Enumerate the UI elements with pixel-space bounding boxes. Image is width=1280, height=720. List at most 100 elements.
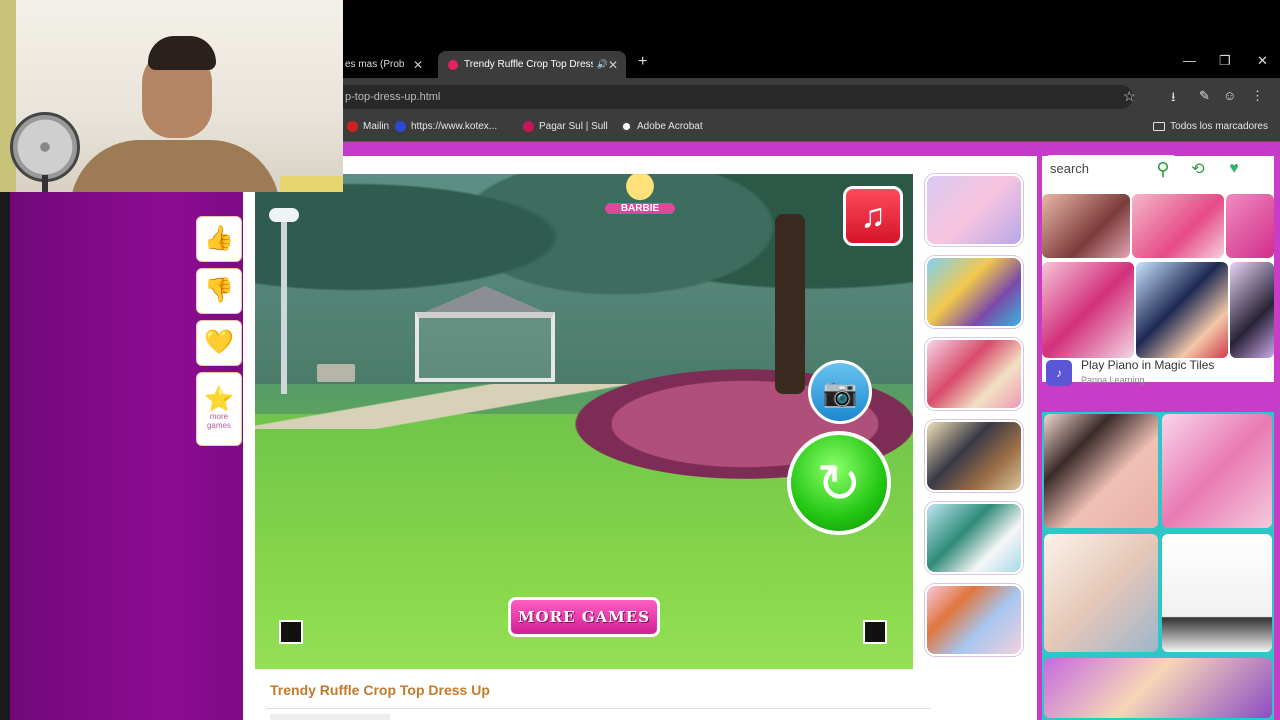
mail-icon [347,121,358,132]
ad-title[interactable]: Play Piano in Magic Tiles [1081,358,1214,372]
bookmark-acrobat[interactable]: Adobe Acrobat [621,121,703,132]
game-canvas[interactable]: BARBIE ♫ 📷 ↻ MORE GAMES [255,174,913,669]
search-icon[interactable]: ⚲ [1150,156,1176,182]
more-games-side-button[interactable]: ⭐ more games [196,372,242,446]
close-window-icon[interactable]: ✕ [1257,53,1268,69]
game-thumbnail[interactable] [925,338,1023,410]
screenshot-button[interactable]: 📷 [808,360,872,424]
ad-image[interactable] [1044,658,1272,718]
restore-icon[interactable]: ❐ [1219,53,1231,69]
close-tab-icon[interactable]: ✕ [608,58,618,72]
dislike-button[interactable]: 👎 [196,268,242,314]
bookmark-mail[interactable]: Mailin [347,121,389,132]
download-icon[interactable]: ⭳ [1171,88,1176,110]
fan-image [10,112,80,182]
tab-inactive[interactable]: es mas (Prob ✕ [343,51,431,78]
more-games-button[interactable]: MORE GAMES [508,597,660,637]
ad-image[interactable] [1042,194,1130,258]
tab-active[interactable]: Trendy Ruffle Crop Top Dress 🔊 ✕ [438,51,626,78]
game-thumbnail[interactable] [925,420,1023,492]
fan-stand [42,175,48,192]
page-title: Trendy Ruffle Crop Top Dress Up [270,682,490,698]
payment-icon [523,121,534,132]
heart-icon: 💛 [204,329,234,356]
page-left-edge [0,192,10,720]
acrobat-icon [621,121,632,132]
ad-image[interactable] [1136,262,1228,358]
game-thumbnail[interactable] [925,174,1023,246]
thumbs-up-icon: 👍 [204,225,234,252]
game-thumbnail[interactable] [925,502,1023,574]
ad-top-block[interactable] [1042,156,1274,382]
folder-label: Todos los marcadores [1170,121,1268,132]
desk [280,176,343,192]
tab-bar: es mas (Prob ✕ Trendy Ruffle Crop Top Dr… [343,45,1280,78]
ad-image[interactable] [1162,414,1272,528]
ad-image[interactable] [1042,262,1134,358]
tree-trunk [775,214,805,394]
replay-button[interactable]: ↻ [787,431,891,535]
link-icon [395,121,406,132]
music-toggle-button[interactable]: ♫ [843,186,903,246]
music-note-icon: ♫ [860,196,886,235]
ad-image[interactable] [1230,262,1274,358]
history-icon[interactable]: ⟲ [1184,156,1212,182]
corner-tile-right [863,620,887,644]
ad-bottom-block[interactable] [1042,412,1274,720]
bookmark-star-icon[interactable]: ☆ [1123,88,1136,105]
replay-icon: ↻ [816,453,862,514]
speaker-icon[interactable]: 🔊 [597,59,608,70]
game-logo[interactable]: BARBIE [605,174,675,220]
ad-image[interactable] [1044,414,1158,528]
extension-icon[interactable]: ✎ [1199,88,1210,104]
game-logo-text: BARBIE [605,203,675,214]
ad-image[interactable] [1226,194,1274,258]
lamp-head [269,208,299,222]
favorites-heart-icon[interactable]: ♥ [1220,156,1248,182]
corner-tile-left [279,620,303,644]
park-bench [317,364,355,382]
minimize-icon[interactable]: — [1183,53,1196,68]
all-bookmarks-folder[interactable]: Todos los marcadores [1153,121,1268,132]
more-games-label: more games [206,412,231,430]
bookmark-label: Adobe Acrobat [637,121,703,132]
background-trees [255,174,913,384]
person-hair [148,36,216,70]
bookmark-label: Mailin [363,121,390,132]
new-tab-icon[interactable]: + [638,53,647,71]
bookmark-kotex[interactable]: https://www.kotex... [395,121,497,132]
tab-label: es mas (Prob [345,59,405,70]
like-button[interactable]: 👍 [196,216,242,262]
favorite-button[interactable]: 💛 [196,320,242,366]
camera-icon: 📷 [822,376,858,408]
bookmarks-bar: Mailin https://www.kotex... Pagar Sul | … [343,116,1280,142]
star-icon: ⭐ [204,386,234,413]
close-tab-icon[interactable]: ✕ [413,58,423,72]
url-field[interactable]: p-top-dress-up.html [343,85,1133,109]
bookmark-pagar[interactable]: Pagar Sul | Sull [523,121,608,132]
game-thumbnail[interactable] [925,584,1023,656]
webcam-overlay [0,0,343,192]
gazebo [415,286,555,386]
screen: es mas (Prob ✕ Trendy Ruffle Crop Top Dr… [0,0,1280,720]
bookmark-label: Pagar Sul | Sull [539,121,608,132]
ad-subtitle: Panpa Learning [1081,375,1145,385]
ad-image[interactable] [1044,534,1158,652]
web-page: 👍 👎 💛 ⭐ more games BARBIE ♫ 📷 ↻ MORE GAM… [0,142,1280,720]
ad-panel [1037,156,1280,720]
ad-image[interactable] [1132,194,1224,258]
thumbs-down-icon: 👎 [204,277,234,304]
bookmark-label: https://www.kotex... [411,121,498,132]
title-divider [266,708,931,709]
folder-icon [1153,122,1166,131]
ad-image[interactable] [1162,534,1272,652]
ad-app-logo-icon[interactable]: ♪ [1046,360,1072,386]
person-body [70,140,280,192]
gazebo-roof [425,286,545,312]
profile-icon[interactable]: ☺ [1223,88,1236,103]
menu-icon[interactable]: ⋮ [1251,88,1264,104]
favicon-icon [448,59,458,70]
gazebo-base [415,312,555,382]
page-header-strip [343,142,1280,156]
game-thumbnail[interactable] [925,256,1023,328]
